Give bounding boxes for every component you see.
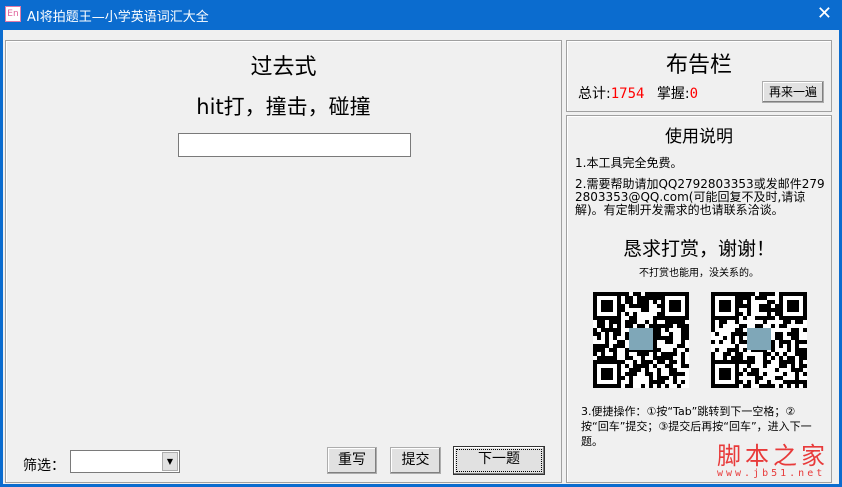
filter-label: 筛选： bbox=[23, 458, 65, 474]
tense-label: 过去式 bbox=[250, 55, 317, 80]
help-title: 使用说明 bbox=[665, 127, 733, 147]
watermark-url: www.jb51.net bbox=[717, 468, 826, 479]
watermark-logo: 脚本之家 bbox=[717, 442, 829, 470]
donate-heading: 恳求打赏，谢谢！ bbox=[622, 238, 775, 260]
restart-button[interactable]: 再来一遍 bbox=[762, 81, 824, 103]
client-area: 过去式 hit打，撞击，碰撞 筛选： ▼ 重写 提交 下一题 布告栏 总计:17… bbox=[3, 30, 839, 484]
bulletin-board: 布告栏 总计:1754 掌握:0 再来一遍 bbox=[566, 40, 832, 112]
title-bar: En AI将拍题王—小学英语词汇大全 ✕ bbox=[0, 0, 842, 30]
mastered-count: 0 bbox=[689, 86, 699, 102]
app-icon: En bbox=[5, 6, 21, 22]
submit-button[interactable]: 提交 bbox=[390, 447, 441, 474]
quiz-panel: 过去式 hit打，撞击，碰撞 筛选： ▼ 重写 提交 下一题 bbox=[5, 40, 562, 483]
board-title: 布告栏 bbox=[665, 53, 732, 78]
help-item-2: 2.需要帮助请加QQ2792803353或发邮件2792803353@QQ.co… bbox=[575, 177, 825, 217]
word-prompt: hit打，撞击，碰撞 bbox=[196, 95, 371, 119]
donate-subtext: 不打赏也能用，没关系的。 bbox=[639, 268, 759, 279]
help-item-1: 1.本工具完全免费。 bbox=[575, 156, 683, 170]
mastered-label: 掌握: bbox=[656, 86, 690, 102]
qr-code-alipay bbox=[711, 292, 807, 388]
filter-select[interactable]: ▼ bbox=[70, 450, 180, 473]
rewrite-button[interactable]: 重写 bbox=[327, 447, 377, 474]
qr-code-wechat bbox=[593, 292, 689, 388]
answer-input[interactable] bbox=[178, 133, 411, 157]
stats: 总计:1754 掌握:0 bbox=[578, 83, 698, 103]
total-count: 1754 bbox=[610, 86, 645, 102]
chevron-down-icon[interactable]: ▼ bbox=[162, 452, 178, 471]
window-title: AI将拍题王—小学英语词汇大全 bbox=[27, 10, 209, 25]
close-button[interactable]: ✕ bbox=[817, 3, 832, 24]
instructions-panel: 使用说明 1.本工具完全免费。 2.需要帮助请加QQ2792803353或发邮件… bbox=[566, 115, 832, 483]
total-label: 总计: bbox=[578, 86, 611, 102]
next-button[interactable]: 下一题 bbox=[453, 446, 545, 475]
